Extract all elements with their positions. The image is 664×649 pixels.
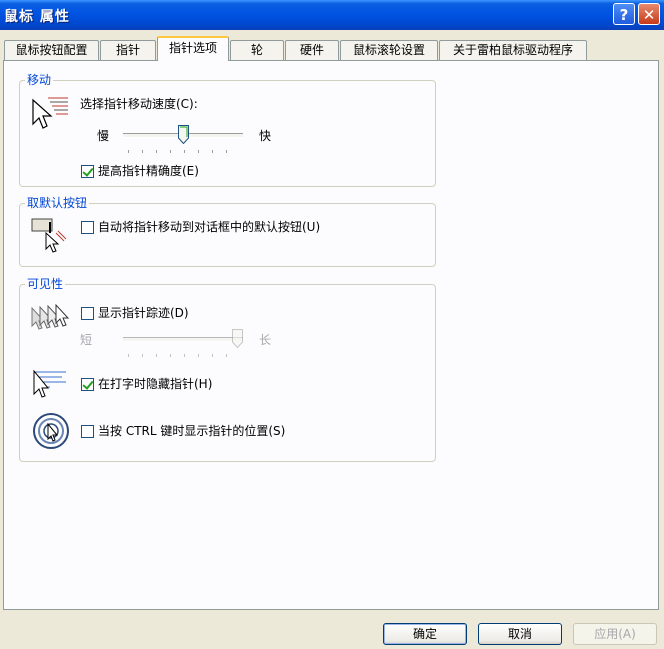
snap-label: 自动将指针移动到对话框中的默认按钮(U)	[98, 220, 321, 234]
hide-typing-checkbox[interactable]	[81, 378, 94, 391]
snap-legend: 取默认按钮	[25, 195, 90, 211]
slow-label: 慢	[97, 129, 110, 143]
ctrl-locate-label: 当按 CTRL 键时显示指针的位置(S)	[98, 424, 286, 438]
tab-wheel-settings[interactable]: 鼠标滚轮设置	[340, 40, 438, 60]
pointer-speed-icon	[32, 97, 68, 129]
pointer-trails-icon	[31, 303, 70, 330]
tab-button-config[interactable]: 鼠标按钮配置	[4, 40, 99, 60]
speed-slider-ticks	[128, 150, 240, 153]
speed-label: 选择指针移动速度(C):	[80, 97, 198, 111]
locate-pointer-icon	[33, 413, 69, 449]
tab-pointers[interactable]: 指针	[100, 40, 156, 60]
close-button[interactable]: ✕	[638, 3, 660, 25]
window-title: 鼠标 属性	[4, 9, 70, 25]
trails-slider-thumb[interactable]	[232, 329, 243, 348]
long-label: 长	[259, 333, 272, 347]
tab-about-driver[interactable]: 关于雷柏鼠标驱动程序	[439, 40, 587, 60]
trails-checkbox[interactable]	[81, 307, 94, 320]
snap-checkbox[interactable]	[81, 221, 94, 234]
apply-button[interactable]: 应用(A)	[573, 623, 657, 645]
tab-hardware[interactable]: 硬件	[285, 40, 339, 60]
trails-slider-track[interactable]	[123, 337, 243, 342]
tab-wheel[interactable]: 轮	[230, 40, 284, 60]
ctrl-locate-checkbox[interactable]	[81, 425, 94, 438]
cancel-button[interactable]: 取消	[478, 623, 562, 645]
trails-slider-ticks	[128, 354, 240, 357]
snap-to-button-icon	[31, 218, 67, 253]
precision-label: 提高指针精确度(E)	[98, 164, 199, 178]
hide-pointer-typing-icon	[33, 369, 66, 398]
trails-label: 显示指针踪迹(D)	[98, 306, 189, 320]
precision-checkbox[interactable]	[81, 165, 94, 178]
short-label: 短	[80, 333, 93, 347]
tab-pointer-options[interactable]: 指针选项	[157, 36, 229, 61]
hide-typing-label: 在打字时隐藏指针(H)	[98, 377, 213, 391]
help-button[interactable]: ?	[613, 3, 635, 25]
snap-group: 取默认按钮	[19, 195, 436, 267]
motion-legend: 移动	[25, 72, 54, 88]
visibility-legend: 可见性	[25, 276, 66, 292]
speed-slider-thumb[interactable]	[177, 125, 189, 144]
ok-button[interactable]: 确定	[383, 623, 467, 645]
fast-label: 快	[259, 129, 272, 143]
title-bar[interactable]: 鼠标 属性 ? ✕	[0, 0, 664, 30]
